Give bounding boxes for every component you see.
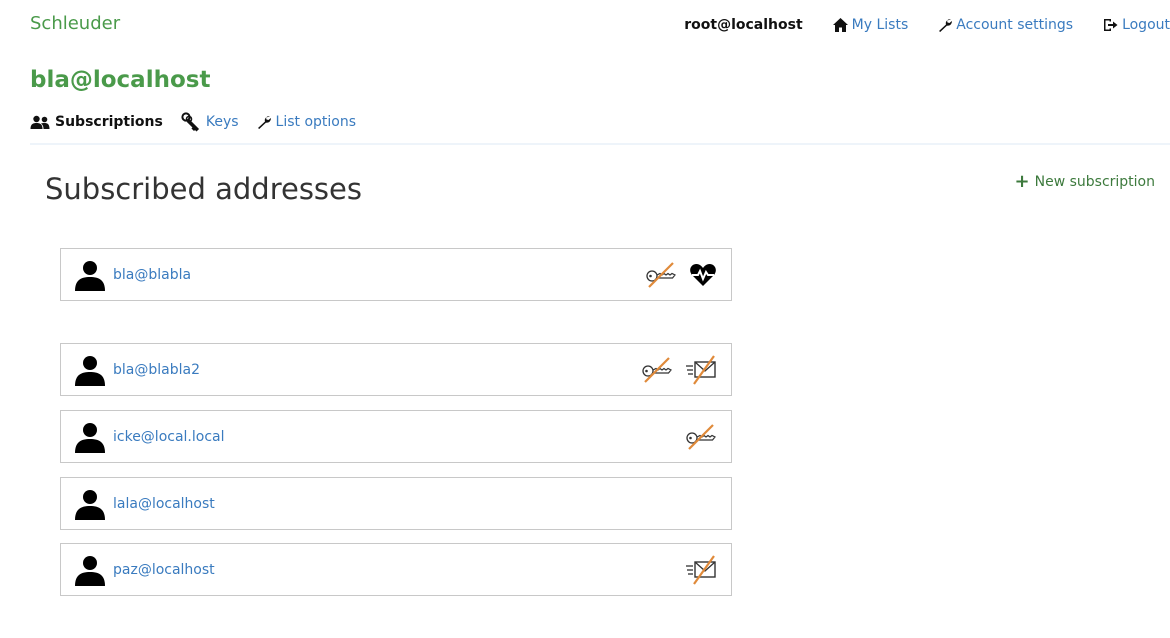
- tab-list-options[interactable]: List options: [257, 114, 357, 130]
- subscription-row[interactable]: bla@blabla2: [60, 343, 732, 396]
- person-icon: [74, 554, 106, 586]
- list-tabs: Subscriptions Keys List options: [30, 112, 374, 132]
- my-lists-label: My Lists: [851, 17, 909, 33]
- plus-icon: +: [1014, 171, 1030, 192]
- page-title: Subscribed addresses: [45, 172, 362, 206]
- tab-keys-label: Keys: [205, 114, 239, 130]
- users-icon: [30, 115, 50, 129]
- person-icon: [74, 354, 106, 386]
- account-settings-label: Account settings: [956, 17, 1074, 33]
- keys-icon: [181, 112, 199, 132]
- subscription-row[interactable]: paz@localhost: [60, 543, 732, 596]
- delivery-disabled-icon: [685, 354, 717, 385]
- tab-subscriptions[interactable]: Subscriptions: [30, 114, 163, 130]
- brand-logo-text[interactable]: Schleuder: [30, 13, 120, 34]
- subscription-email-link[interactable]: icke@local.local: [113, 429, 673, 445]
- person-icon: [74, 421, 106, 453]
- subscription-status-icons: [629, 354, 717, 385]
- subscription-email-link[interactable]: lala@localhost: [113, 496, 717, 512]
- logout-icon: [1104, 19, 1118, 31]
- wrench-icon: [257, 116, 271, 129]
- list-title: bla@localhost: [30, 67, 211, 93]
- logout-link[interactable]: Logout: [1103, 17, 1170, 33]
- tab-keys[interactable]: Keys: [181, 112, 239, 132]
- person-icon: [74, 259, 106, 291]
- tab-list-options-label: List options: [275, 114, 357, 130]
- new-subscription-label: New subscription: [1034, 174, 1155, 190]
- top-navigation: root@localhost My Lists Account settings…: [684, 15, 1170, 35]
- subscription-email-link[interactable]: bla@blabla: [113, 267, 633, 283]
- admin-heart-icon: [689, 262, 717, 288]
- subscription-email-link[interactable]: bla@blabla2: [113, 362, 629, 378]
- subscription-row[interactable]: lala@localhost: [60, 477, 732, 530]
- no-key-icon: [641, 356, 673, 383]
- tab-subscriptions-label: Subscriptions: [55, 114, 163, 130]
- home-icon: [832, 18, 848, 32]
- person-icon: [74, 488, 106, 520]
- my-lists-link[interactable]: My Lists: [832, 17, 909, 33]
- subscription-status-icons: [633, 261, 717, 288]
- account-settings-link[interactable]: Account settings: [938, 17, 1073, 33]
- subscription-status-icons: [673, 554, 717, 585]
- subscription-status-icons: [673, 423, 717, 450]
- subscription-email-link[interactable]: paz@localhost: [113, 562, 673, 578]
- no-key-icon: [645, 261, 677, 288]
- delivery-disabled-icon: [685, 554, 717, 585]
- subscription-row[interactable]: bla@blabla: [60, 248, 732, 301]
- subscription-row[interactable]: icke@local.local: [60, 410, 732, 463]
- tabs-divider: [30, 143, 1170, 145]
- wrench-icon: [939, 19, 953, 32]
- current-user: root@localhost: [684, 17, 803, 33]
- logout-label: Logout: [1122, 17, 1170, 33]
- no-key-icon: [685, 423, 717, 450]
- new-subscription-button[interactable]: + New subscription: [1014, 171, 1155, 192]
